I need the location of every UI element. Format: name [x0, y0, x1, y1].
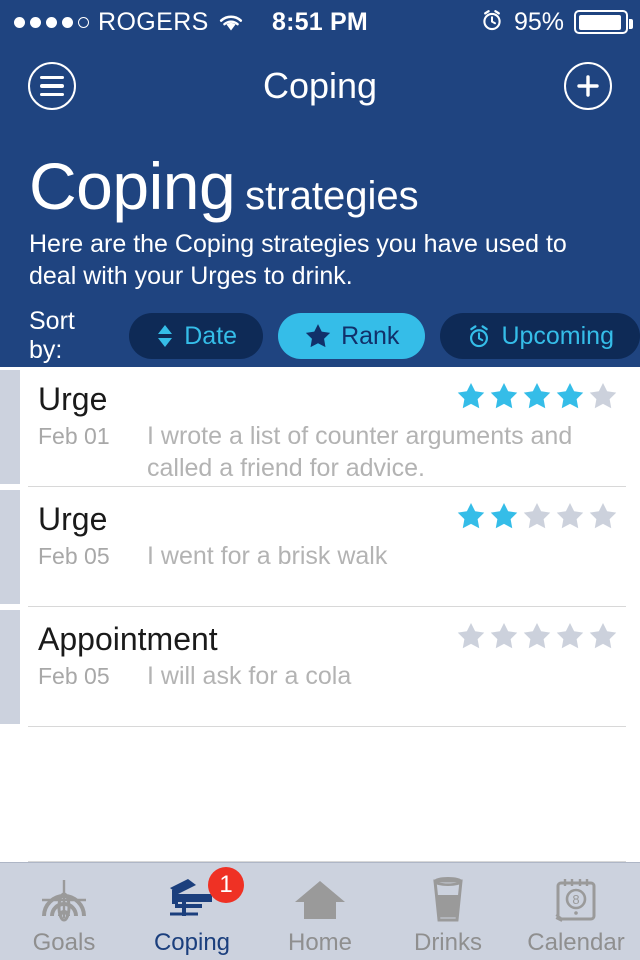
battery-percent-label: 95%: [513, 7, 564, 36]
svg-text:8: 8: [572, 892, 579, 907]
row-title: Urge: [38, 501, 108, 537]
row-date: Feb 05: [38, 663, 110, 689]
row-text: I went for a brisk walk: [147, 542, 388, 570]
tab-goals-label: Goals: [32, 929, 96, 956]
star-empty-icon[interactable]: [588, 621, 618, 651]
star-empty-icon[interactable]: [456, 621, 486, 651]
tab-calendar-label: Calendar: [527, 929, 625, 956]
star-filled-icon[interactable]: [456, 501, 486, 531]
glass-icon: [426, 873, 470, 927]
star-filled-icon[interactable]: [489, 381, 519, 411]
row-rating-stars[interactable]: [456, 381, 618, 411]
alarm-clock-icon: [466, 323, 492, 349]
coping-strategy-list[interactable]: Urge Feb 01 I wrote a list of counter ar…: [0, 367, 640, 862]
house-icon: [292, 873, 348, 927]
list-item[interactable]: Urge Feb 05 I went for a brisk walk: [0, 487, 640, 607]
headline: Coping strategies: [29, 148, 419, 224]
star-filled-icon[interactable]: [456, 381, 486, 411]
star-empty-icon[interactable]: [588, 381, 618, 411]
row-rating-stars[interactable]: [456, 501, 618, 531]
star-empty-icon[interactable]: [522, 501, 552, 531]
page-title: Coping: [262, 65, 378, 106]
calendar-icon: 8: [548, 873, 604, 927]
row-date: Feb 05: [38, 543, 110, 569]
sort-by-label: Sort by:: [29, 307, 75, 364]
star-filled-icon[interactable]: [489, 501, 519, 531]
tab-home-label: Home: [287, 929, 353, 956]
sort-option-upcoming[interactable]: Upcoming: [440, 313, 640, 359]
plus-icon[interactable]: [564, 62, 612, 110]
row-text: I will ask for a cola: [147, 662, 352, 690]
tab-drinks[interactable]: Drinks: [384, 863, 512, 960]
sort-option-rank[interactable]: Rank: [278, 313, 426, 359]
star-empty-icon[interactable]: [588, 501, 618, 531]
star-empty-icon[interactable]: [489, 621, 519, 651]
row-title: Urge: [38, 381, 108, 417]
star-empty-icon[interactable]: [522, 621, 552, 651]
tab-drinks-label: Drinks: [413, 929, 482, 956]
deck-chair-icon: 1: [162, 867, 244, 927]
tab-coping-badge: 1: [208, 867, 244, 903]
list-item[interactable]: Urge Feb 01 I wrote a list of counter ar…: [0, 367, 640, 487]
sort-controls: Sort by: Date Rank Upcoming: [29, 307, 640, 364]
star-filled-icon[interactable]: [522, 381, 552, 411]
navigation-bar: Coping: [0, 44, 640, 128]
row-title: Appointment: [38, 621, 218, 657]
status-bar: ROGERS 8:51 PM 95%: [0, 0, 640, 44]
list-empty-area: [0, 727, 640, 862]
row-accent-bar: [0, 610, 20, 724]
star-empty-icon[interactable]: [555, 501, 585, 531]
sort-option-rank-label: Rank: [341, 321, 400, 350]
row-date: Feb 01: [38, 423, 110, 449]
sort-option-date[interactable]: Date: [129, 313, 264, 359]
status-bar-right: 95%: [480, 7, 633, 37]
tab-calendar[interactable]: 8 Calendar: [512, 863, 640, 960]
sort-option-upcoming-label: Upcoming: [501, 321, 614, 350]
row-accent-bar: [0, 490, 20, 604]
tab-bar: Goals 1 Coping Home Drinks 8 Calendar: [0, 862, 640, 960]
star-filled-icon[interactable]: [555, 381, 585, 411]
alarm-clock-icon: [480, 8, 504, 37]
tab-coping-label: Coping: [153, 929, 231, 956]
star-empty-icon[interactable]: [555, 621, 585, 651]
sort-option-date-label: Date: [184, 321, 238, 350]
tab-home[interactable]: Home: [256, 863, 384, 960]
star-icon: [304, 322, 332, 350]
battery-icon: [574, 10, 633, 34]
headline-secondary: strategies: [245, 174, 419, 218]
target-icon: [36, 873, 92, 927]
app-screen: ROGERS 8:51 PM 95% Coping Coping strateg…: [0, 0, 640, 960]
header-subtitle: Here are the Coping strategies you have …: [29, 230, 567, 290]
tab-coping[interactable]: 1 Coping: [128, 863, 256, 960]
row-rating-stars[interactable]: [456, 621, 618, 651]
row-accent-bar: [0, 370, 20, 484]
headline-primary: Coping: [29, 149, 236, 223]
tab-goals[interactable]: Goals: [0, 863, 128, 960]
row-text: I wrote a list of counter arguments and …: [147, 422, 573, 482]
sort-arrows-icon: [155, 323, 175, 349]
list-item[interactable]: Appointment Feb 05 I will ask for a cola: [0, 607, 640, 727]
header-section: Coping strategies Here are the Coping str…: [0, 128, 640, 367]
